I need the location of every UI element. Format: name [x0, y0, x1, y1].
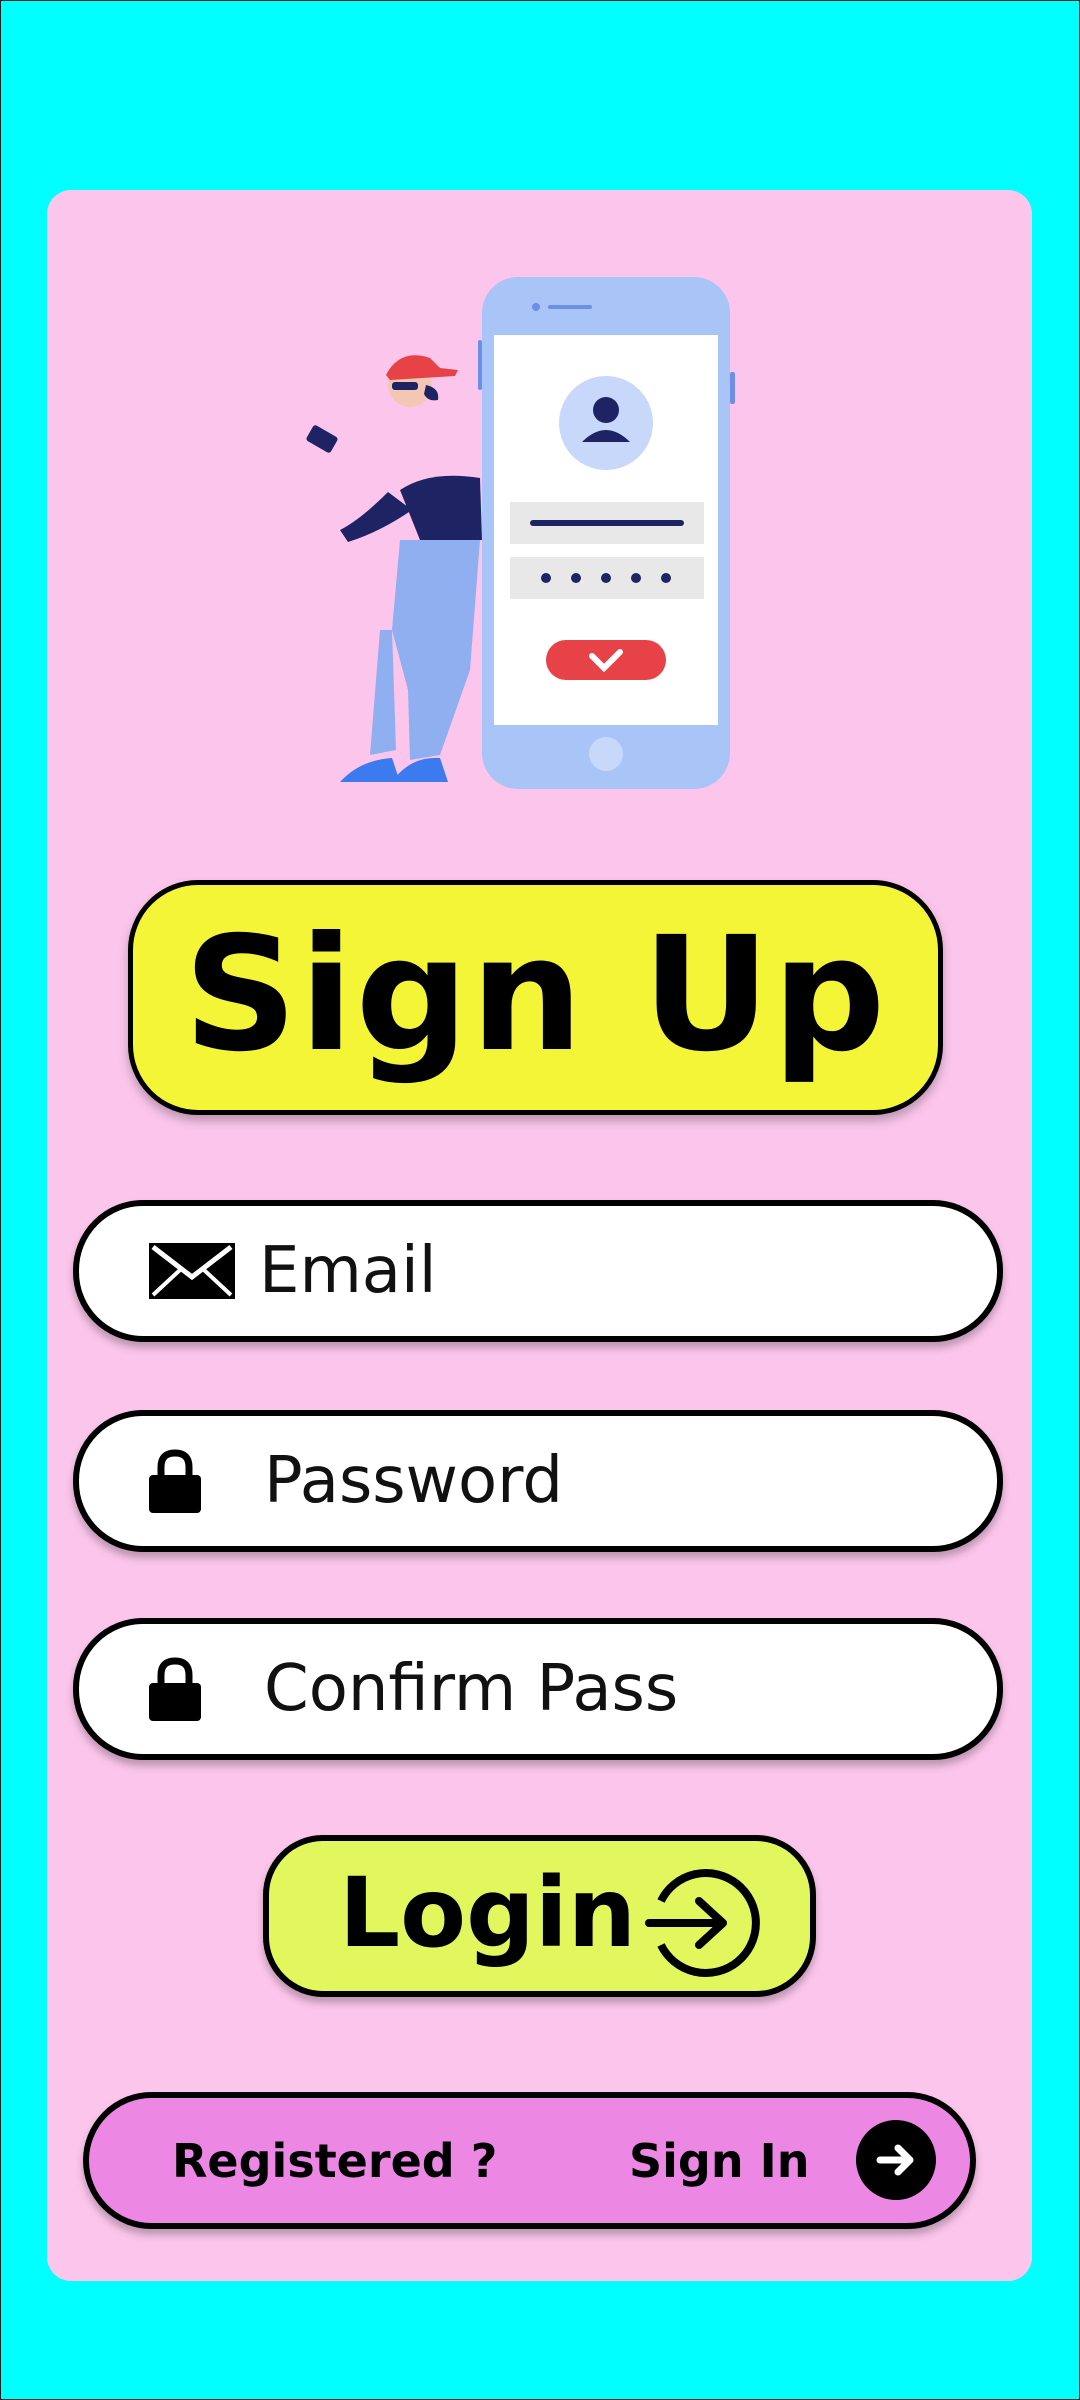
- confirm-password-placeholder: Confirm Pass: [264, 1652, 679, 1726]
- email-placeholder: Email: [259, 1234, 437, 1308]
- page-title: Sign Up: [183, 902, 888, 1087]
- sign-in-link[interactable]: Sign In: [629, 2134, 809, 2188]
- email-field[interactable]: Email: [73, 1200, 1003, 1342]
- login-button-label: Login: [339, 1857, 637, 1969]
- lock-icon: [147, 1449, 203, 1513]
- lock-icon: [147, 1657, 203, 1721]
- register-bar: Registered ? Sign In: [83, 2092, 976, 2229]
- arrow-circle-right-icon: [639, 1861, 763, 1989]
- login-button[interactable]: Login: [263, 1835, 816, 1997]
- title-pill: Sign Up: [128, 880, 943, 1115]
- password-field[interactable]: Password: [73, 1410, 1003, 1552]
- signup-illustration: [306, 277, 735, 789]
- registered-question: Registered ?: [172, 2134, 498, 2188]
- confirm-password-field[interactable]: Confirm Pass: [73, 1618, 1003, 1760]
- mail-icon: [149, 1243, 235, 1299]
- arrow-right-icon[interactable]: [856, 2120, 936, 2200]
- password-placeholder: Password: [264, 1444, 563, 1518]
